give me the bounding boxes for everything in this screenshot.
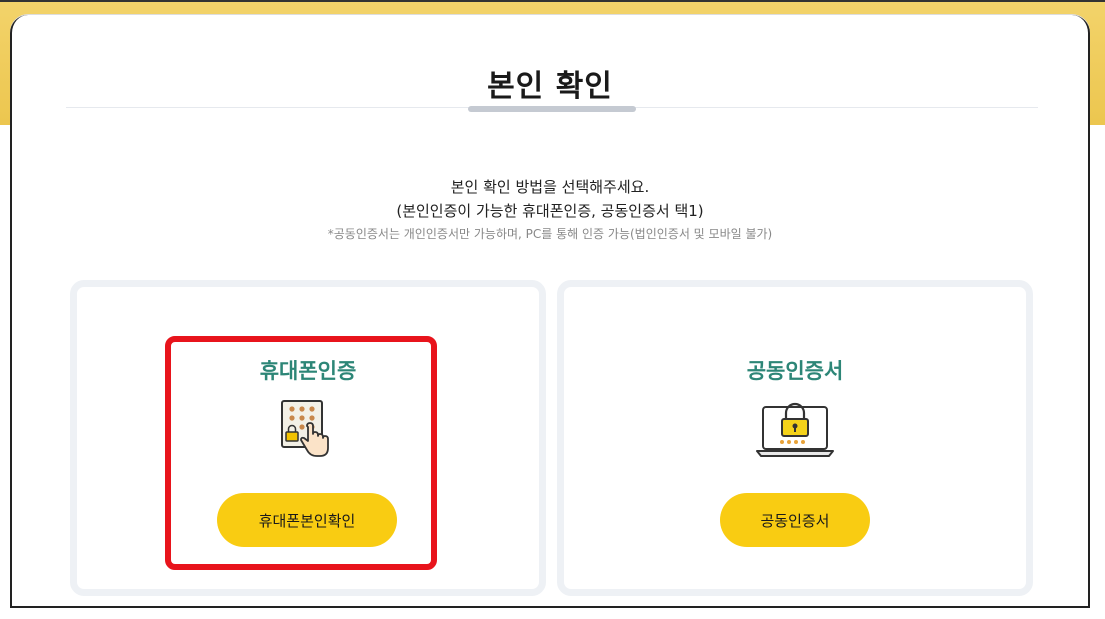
certificate-title: 공동인증서 xyxy=(746,359,844,383)
certificate-card: 공동인증서 공동인증서 xyxy=(557,280,1033,596)
guide-text: 본인 확인 방법을 선택해주세요. xyxy=(450,178,650,196)
guide-note: *공동인증서는 개인인증서만 가능하며, PC를 통해 인증 가능(법인인증서 … xyxy=(327,227,773,241)
phone-verification-title: 휴대폰인증 xyxy=(259,359,357,383)
laptop-lock-icon xyxy=(755,397,835,463)
identity-verification-modal: 본인 확인 본인 확인 방법을 선택해주세요. (본인인증이 가능한 휴대폰인증… xyxy=(10,15,1090,608)
guide-subtext: (본인인증이 가능한 휴대폰인증, 공동인증서 택1) xyxy=(396,202,704,220)
phone-keypad-icon xyxy=(268,397,348,463)
phone-verification-button[interactable]: 휴대폰본인확인 xyxy=(217,493,397,547)
certificate-button[interactable]: 공동인증서 xyxy=(720,493,870,547)
modal-title: 본인 확인 xyxy=(487,69,613,104)
title-underline xyxy=(468,106,636,112)
phone-verification-card: 휴대폰인증 휴대폰본인확인 xyxy=(70,280,546,596)
